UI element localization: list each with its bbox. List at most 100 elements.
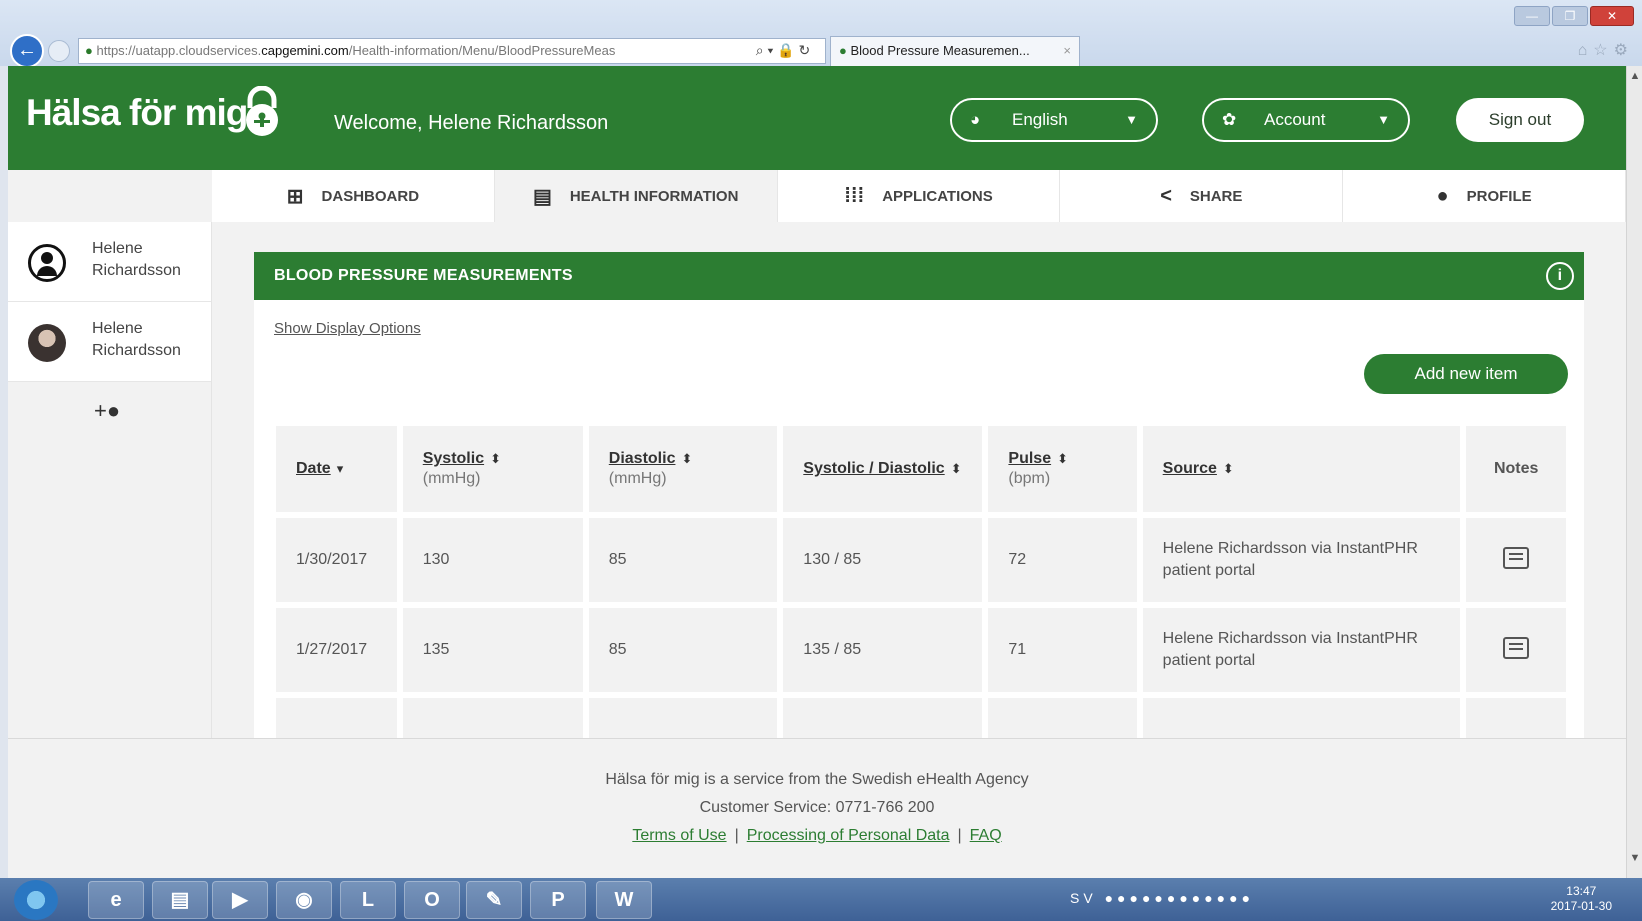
cell-notes xyxy=(1466,608,1566,692)
page-scrollbar[interactable]: ▲ ▼ xyxy=(1626,66,1642,878)
nav-applications[interactable]: ⁞⁞⁞ APPLICATIONS xyxy=(778,170,1061,222)
close-window-button[interactable]: ✕ xyxy=(1590,6,1634,26)
forward-button[interactable] xyxy=(48,40,70,62)
padlock-icon: ● xyxy=(85,43,93,58)
main-nav: ⊞ DASHBOARD ▤ HEALTH INFORMATION ⁞⁞⁞ APP… xyxy=(212,170,1626,222)
column-header-systolic[interactable]: Systolic ⬍ (mmHg) xyxy=(402,426,583,512)
sort-icon: ⬍ xyxy=(1057,451,1068,466)
nav-share[interactable]: < SHARE xyxy=(1060,170,1344,222)
table-row[interactable]: 1/30/2017 130 85 130 / 85 72 Helene Rich… xyxy=(276,518,1566,602)
column-header-systolic-diastolic[interactable]: Systolic / Diastolic ⬍ xyxy=(783,426,983,512)
address-bar[interactable]: ● https://uatapp.cloudservices.capgemini… xyxy=(78,38,826,64)
explorer-taskbar-icon[interactable]: ▤ xyxy=(152,881,208,919)
powerpoint-taskbar-icon[interactable]: P xyxy=(530,881,586,919)
column-header-notes: Notes xyxy=(1466,426,1566,512)
cell-diastolic: 85 xyxy=(588,608,778,692)
window-controls: — ❐ ✕ xyxy=(1514,6,1634,26)
chrome-taskbar-icon[interactable]: ◉ xyxy=(276,881,332,919)
cell-pulse: 71 xyxy=(988,608,1137,692)
dashboard-icon: ⊞ xyxy=(286,185,304,208)
sidebar-user-self[interactable]: Helene Richardsson xyxy=(8,222,211,302)
gear-icon: ✿ xyxy=(1222,110,1237,129)
site-favicon-icon: ● xyxy=(839,43,847,58)
language-indicator[interactable]: SV xyxy=(1070,890,1097,906)
chevron-down-icon: ▼ xyxy=(1125,112,1138,127)
minimize-button[interactable]: — xyxy=(1514,6,1550,26)
note-icon[interactable] xyxy=(1503,636,1530,659)
sort-icon: ⬍ xyxy=(950,461,962,476)
panel-title: BLOOD PRESSURE MEASUREMENTS xyxy=(274,267,573,284)
globe-icon: ◕ xyxy=(970,110,981,129)
language-select[interactable]: ◕ English ▼ xyxy=(950,98,1158,142)
nav-health-information[interactable]: ▤ HEALTH INFORMATION xyxy=(494,170,778,222)
browser-tab[interactable]: ● Blood Pressure Measuremen... × xyxy=(830,36,1080,66)
chevron-down-icon: ▼ xyxy=(1377,112,1390,127)
cell-systolic: 130 xyxy=(402,518,583,602)
scroll-up-icon[interactable]: ▲ xyxy=(1627,70,1642,88)
system-tray[interactable]: SV ●●●●●●●●●●●● xyxy=(1070,890,1254,906)
column-header-source[interactable]: Source ⬍ xyxy=(1142,426,1461,512)
maximize-button[interactable]: ❐ xyxy=(1552,6,1588,26)
back-button[interactable]: ← xyxy=(10,34,44,68)
outlook-taskbar-icon[interactable]: O xyxy=(404,881,460,919)
word-taskbar-icon[interactable]: W xyxy=(596,881,652,919)
sign-out-button[interactable]: Sign out xyxy=(1456,98,1584,142)
nav-dashboard[interactable]: ⊞ DASHBOARD xyxy=(212,170,495,222)
sort-icon: ⬍ xyxy=(490,451,501,466)
sort-icon: ⬍ xyxy=(1222,461,1234,476)
table-header-row: Date ▾ Systolic ⬍ (mmHg) Diastolic ⬍ (mmHg) S… xyxy=(276,426,1566,512)
cell-diastolic: 85 xyxy=(588,518,778,602)
ie-taskbar-icon[interactable]: e xyxy=(88,881,144,919)
site-header: Hälsa för mig Welcome, Helene Richardsso… xyxy=(8,66,1626,170)
site-logo[interactable]: Hälsa för mig xyxy=(26,92,248,134)
lync-taskbar-icon[interactable]: L xyxy=(340,881,396,919)
info-icon[interactable]: i xyxy=(1546,262,1574,290)
sort-desc-icon: ▾ xyxy=(336,461,344,476)
cell-pulse: 72 xyxy=(988,518,1137,602)
system-clock[interactable]: 13:47 2017-01-30 xyxy=(1551,884,1612,914)
footer-links: Terms of Use | Processing of Personal Data… xyxy=(632,827,1002,844)
footer-service-text: Hälsa för mig is a service from the Swed… xyxy=(605,771,1029,788)
share-icon: < xyxy=(1160,184,1172,207)
media-taskbar-icon[interactable]: ▶ xyxy=(212,881,268,919)
browser-toolbar-icons[interactable]: ⌂☆⚙ xyxy=(1578,40,1634,60)
scroll-down-icon[interactable]: ▼ xyxy=(1627,852,1642,870)
address-tools[interactable]: ⌕ ▾ 🔒 ↻ xyxy=(740,38,826,64)
sidebar-user-photo[interactable]: Helene Richardsson xyxy=(8,302,211,382)
column-header-pulse[interactable]: Pulse ⬍ (bpm) xyxy=(988,426,1137,512)
web-page: Hälsa för mig Welcome, Helene Richardsso… xyxy=(8,66,1626,738)
health-info-icon: ▤ xyxy=(532,185,552,208)
close-tab-icon[interactable]: × xyxy=(1063,37,1071,65)
measurements-table: Date ▾ Systolic ⬍ (mmHg) Diastolic ⬍ (mmHg) S… xyxy=(270,420,1572,738)
table-row[interactable]: 1/27/2017 135 85 135 / 85 71 Helene Rich… xyxy=(276,608,1566,692)
windows-taskbar: e ▤ ▶ ◉ L O ✎ P W SV ●●●●●●●●●●●● 13:47 … xyxy=(0,878,1642,921)
cell-source: Helene Richardsson via InstantPHR patien… xyxy=(1142,518,1461,602)
cell-source: Helene Richardsson via InstantPHR patien… xyxy=(1142,608,1461,692)
paint-taskbar-icon[interactable]: ✎ xyxy=(466,881,522,919)
user-circle-icon xyxy=(28,244,66,282)
apps-grid-icon: ⁞⁞⁞ xyxy=(844,184,865,207)
avatar xyxy=(28,324,66,362)
note-icon[interactable] xyxy=(1503,546,1530,569)
show-display-options-link[interactable]: Show Display Options xyxy=(274,320,421,337)
welcome-message: Welcome, Helene Richardsson xyxy=(334,112,609,134)
add-new-item-button[interactable]: Add new item xyxy=(1364,354,1568,394)
cell-systolic-diastolic: 135 / 85 xyxy=(783,608,983,692)
sidebar: Helene Richardsson Helene Richardsson +● xyxy=(8,222,212,738)
faq-link[interactable]: FAQ xyxy=(970,827,1002,844)
cell-systolic: 135 xyxy=(402,608,583,692)
lock-logo-icon xyxy=(246,86,278,136)
cell-notes xyxy=(1466,518,1566,602)
person-icon: ● xyxy=(1436,184,1449,207)
nav-profile[interactable]: ● PROFILE xyxy=(1343,170,1626,222)
cell-date: 1/27/2017 xyxy=(276,608,397,692)
processing-personal-data-link[interactable]: Processing of Personal Data xyxy=(747,827,950,844)
column-header-date[interactable]: Date ▾ xyxy=(276,426,397,512)
account-menu[interactable]: ✿ Account ▼ xyxy=(1202,98,1410,142)
terms-of-use-link[interactable]: Terms of Use xyxy=(632,827,726,844)
footer-customer-service: Customer Service: 0771-766 200 xyxy=(699,799,935,816)
add-user-icon[interactable]: +● xyxy=(94,398,120,424)
start-button[interactable] xyxy=(14,880,58,920)
table-row[interactable] xyxy=(276,698,1566,738)
column-header-diastolic[interactable]: Diastolic ⬍ (mmHg) xyxy=(588,426,778,512)
